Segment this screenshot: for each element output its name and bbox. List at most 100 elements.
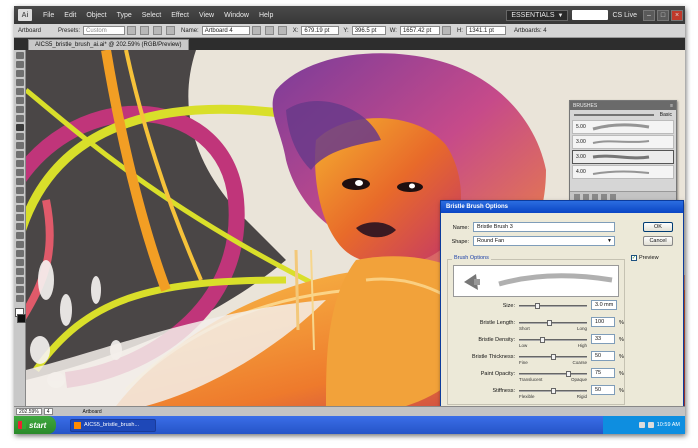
gradient-tool-icon[interactable] (16, 223, 24, 230)
move-copy-icon[interactable] (251, 26, 261, 35)
x-input[interactable]: 679.19 pt (301, 26, 340, 35)
menu-type[interactable]: Type (112, 12, 137, 19)
brush-basic[interactable]: Basic (572, 111, 674, 119)
option-slider[interactable] (519, 354, 587, 360)
artboard-tool-icon[interactable] (16, 268, 24, 275)
free-transform-tool-icon[interactable] (16, 187, 24, 194)
network-icon[interactable] (638, 422, 645, 428)
brushes-panel-header[interactable]: BRUSHES ≡ (570, 101, 676, 110)
remove-stroke-icon[interactable] (583, 193, 589, 200)
stroke-swatch[interactable] (17, 314, 26, 323)
search-input[interactable] (572, 10, 609, 20)
rotate-tool-icon[interactable] (16, 160, 24, 167)
menu-window[interactable]: Window (219, 12, 254, 19)
symbol-sprayer-tool-icon[interactable] (16, 250, 24, 257)
rectangle-tool-icon[interactable] (16, 115, 24, 122)
menu-object[interactable]: Object (81, 12, 111, 19)
y-input[interactable]: 396.5 pt (351, 26, 386, 35)
delete-artboard-icon[interactable] (166, 26, 176, 35)
link-icon[interactable] (441, 26, 451, 35)
brush-item-selected[interactable]: 3.00 (572, 150, 674, 164)
brush-item[interactable]: 3.00 (572, 135, 674, 149)
lasso-tool-icon[interactable] (16, 79, 24, 86)
presets-select[interactable]: Custom (83, 26, 126, 35)
option-value-input[interactable]: 50 (591, 385, 615, 395)
selection-tool-icon[interactable] (16, 52, 24, 59)
new-brush-icon[interactable] (601, 193, 607, 200)
delete-brush-icon[interactable] (610, 193, 616, 200)
ok-button[interactable]: OK (643, 222, 673, 232)
reference-point-icon[interactable] (277, 26, 287, 35)
option-slider[interactable] (519, 320, 587, 326)
option-slider[interactable] (519, 303, 587, 309)
blob-brush-tool-icon[interactable] (16, 142, 24, 149)
panel-menu-icon[interactable]: ≡ (670, 103, 673, 109)
landscape-icon[interactable] (140, 26, 150, 35)
menu-help[interactable]: Help (254, 12, 278, 19)
start-button[interactable]: start (14, 416, 56, 434)
workspace-switcher[interactable]: ESSENTIALS ▼ (506, 9, 569, 21)
option-value-input[interactable]: 3.0 mm (591, 300, 617, 310)
hand-tool-icon[interactable] (16, 286, 24, 293)
magic-wand-tool-icon[interactable] (16, 70, 24, 77)
portrait-icon[interactable] (127, 26, 137, 35)
pen-tool-icon[interactable] (16, 88, 24, 95)
perspective-grid-tool-icon[interactable] (16, 205, 24, 212)
column-graph-tool-icon[interactable] (16, 259, 24, 266)
shape-builder-tool-icon[interactable] (16, 196, 24, 203)
slider-thumb[interactable] (535, 303, 540, 309)
taskbar-item-illustrator[interactable]: AICS5_bristle_brush... (70, 418, 156, 432)
brush-item[interactable]: 5.00 (572, 120, 674, 134)
direct-selection-tool-icon[interactable] (16, 61, 24, 68)
brush-options-icon[interactable] (592, 193, 598, 200)
menu-select[interactable]: Select (137, 12, 166, 19)
slider-thumb[interactable] (551, 354, 556, 360)
document-tab[interactable]: AICS5_bristle_brush_ai.ai* @ 202.59% (RG… (28, 39, 189, 50)
artboard-nav[interactable]: 4 (43, 408, 53, 415)
line-tool-icon[interactable] (16, 106, 24, 113)
preview-checkbox[interactable]: ✓ (631, 255, 637, 261)
maximize-icon[interactable]: □ (657, 9, 669, 21)
brush-library-icon[interactable] (574, 193, 580, 200)
slider-thumb[interactable] (551, 388, 556, 394)
menu-effect[interactable]: Effect (166, 12, 194, 19)
mesh-tool-icon[interactable] (16, 214, 24, 221)
cs-live-button[interactable]: CS Live (612, 12, 637, 19)
minimize-icon[interactable]: – (643, 9, 655, 21)
w-input[interactable]: 1657.42 pt (399, 26, 440, 35)
warp-tool-icon[interactable] (16, 178, 24, 185)
option-slider[interactable] (519, 371, 587, 377)
brush-item[interactable]: 4.00 (572, 165, 674, 179)
slice-tool-icon[interactable] (16, 277, 24, 284)
option-slider[interactable] (519, 388, 587, 394)
artboard-name-input[interactable]: Artboard 4 (201, 26, 250, 35)
scale-tool-icon[interactable] (16, 169, 24, 176)
h-input[interactable]: 1341.1 pt (465, 26, 506, 35)
new-artboard-icon[interactable] (153, 26, 163, 35)
slider-thumb[interactable] (547, 320, 552, 326)
slider-thumb[interactable] (540, 337, 545, 343)
blend-tool-icon[interactable] (16, 241, 24, 248)
option-value-input[interactable]: 50 (591, 351, 615, 361)
artboard-options-icon[interactable] (264, 26, 274, 35)
pencil-tool-icon[interactable] (16, 133, 24, 140)
paintbrush-tool-icon[interactable] (16, 124, 24, 131)
dialog-title[interactable]: Bristle Brush Options (441, 201, 683, 213)
cancel-button[interactable]: Cancel (643, 236, 673, 246)
zoom-field[interactable]: 202.59% (16, 408, 42, 415)
eraser-tool-icon[interactable] (16, 151, 24, 158)
option-slider[interactable] (519, 337, 587, 343)
option-value-input[interactable]: 100 (591, 317, 615, 327)
type-tool-icon[interactable] (16, 97, 24, 104)
eyedropper-tool-icon[interactable] (16, 232, 24, 239)
shape-select[interactable]: Round Fan ▼ (473, 236, 615, 246)
menu-view[interactable]: View (194, 12, 219, 19)
volume-icon[interactable] (647, 422, 654, 428)
option-value-input[interactable]: 75 (591, 368, 615, 378)
brush-name-input[interactable]: Bristle Brush 3 (473, 222, 615, 232)
zoom-tool-icon[interactable] (16, 295, 24, 302)
menu-edit[interactable]: Edit (59, 12, 81, 19)
close-icon[interactable]: × (671, 9, 683, 21)
option-value-input[interactable]: 33 (591, 334, 615, 344)
menu-file[interactable]: File (38, 12, 59, 19)
